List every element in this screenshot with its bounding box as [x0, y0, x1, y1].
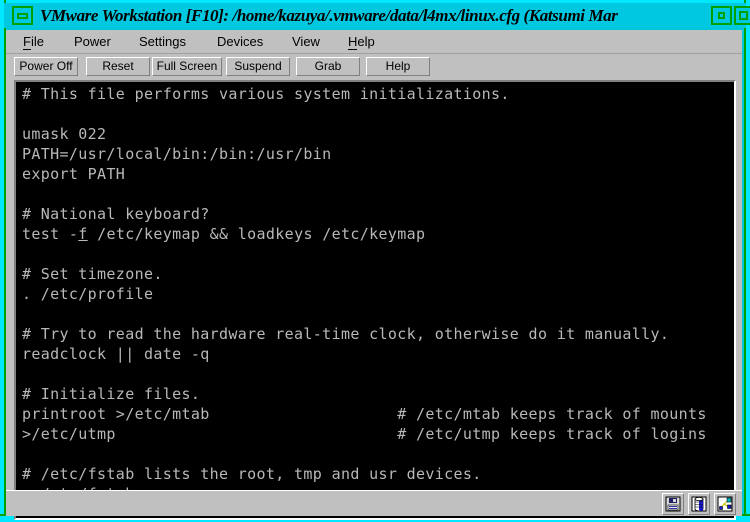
- terminal-text: # This file performs various system init…: [22, 85, 707, 503]
- floppy-drive-icon[interactable]: [662, 493, 684, 515]
- power-off-button[interactable]: Power Off: [14, 57, 78, 76]
- hard-disk-icon[interactable]: [688, 493, 710, 515]
- maximize-icon: [739, 11, 748, 20]
- menubar: File Power Settings Devices View Help: [6, 30, 742, 54]
- menu-settings[interactable]: Settings: [134, 33, 191, 51]
- menu-power[interactable]: Power: [69, 33, 116, 51]
- window-title: VMware Workstation [F10]: /home/kazuya/.…: [40, 6, 618, 25]
- menu-help[interactable]: Help: [343, 33, 380, 51]
- reset-button[interactable]: Reset: [86, 57, 150, 76]
- minimize-icon: [17, 13, 28, 19]
- grab-button[interactable]: Grab: [296, 57, 360, 76]
- vm-console-screen[interactable]: # This file performs various system init…: [16, 82, 734, 518]
- help-button[interactable]: Help: [366, 57, 430, 76]
- restore-icon: [718, 12, 725, 19]
- menu-view[interactable]: View: [287, 33, 325, 51]
- maximize-button[interactable]: [734, 6, 750, 25]
- minimize-button[interactable]: [12, 6, 33, 25]
- client-area: File Power Settings Devices View Help Po…: [6, 30, 742, 520]
- network-adapter-icon[interactable]: [714, 493, 736, 515]
- suspend-button[interactable]: Suspend: [226, 57, 290, 76]
- menu-devices[interactable]: Devices: [212, 33, 268, 51]
- frame-right-edge: [746, 0, 750, 522]
- full-screen-button[interactable]: Full Screen: [152, 57, 222, 76]
- restore-button[interactable]: [711, 6, 732, 25]
- vmware-workstation-window: VMware Workstation [F10]: /home/kazuya/.…: [0, 0, 750, 522]
- statusbar: [6, 490, 742, 516]
- status-device-icons: [662, 493, 736, 515]
- menu-file[interactable]: File: [18, 33, 49, 51]
- toolbar: Power Off Reset Full Screen Suspend Grab…: [6, 54, 742, 80]
- vm-console-frame: # This file performs various system init…: [14, 80, 736, 520]
- titlebar[interactable]: VMware Workstation [F10]: /home/kazuya/.…: [4, 3, 750, 28]
